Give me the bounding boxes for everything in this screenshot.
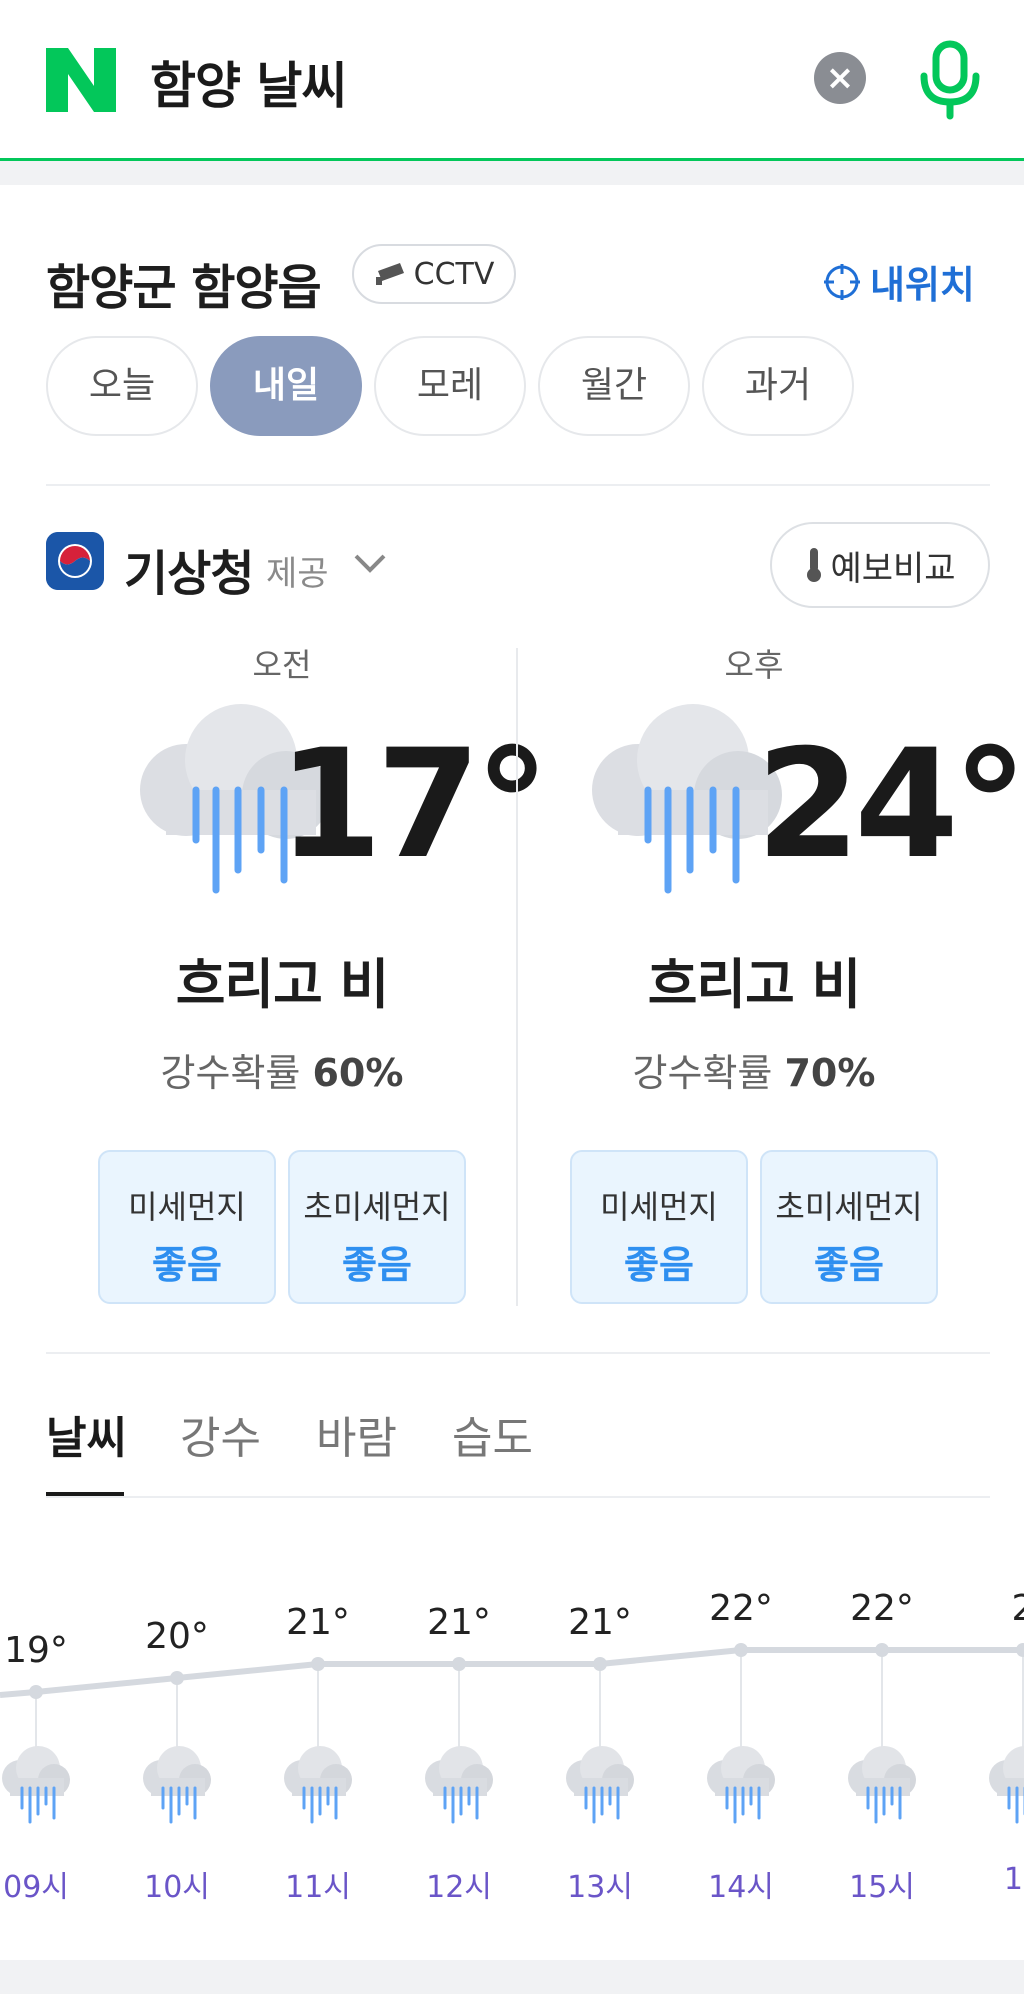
- rain-cloud-icon: [425, 1746, 493, 1824]
- tab-wind[interactable]: 바람: [316, 1402, 397, 1466]
- hour-time-label: 09시: [3, 1870, 69, 1905]
- temperature-point: [170, 1671, 184, 1685]
- divider: [46, 1496, 990, 1498]
- search-header: 함양 날씨 ×: [0, 0, 1024, 161]
- temperature-point: [875, 1643, 889, 1657]
- hour-time-label: 12시: [426, 1870, 492, 1905]
- thermometer-icon: [807, 548, 822, 582]
- dust-label: 미세먼지: [128, 1188, 246, 1226]
- ultrafine-dust-card[interactable]: 초미세먼지 좋음: [288, 1150, 466, 1304]
- camera-icon: [375, 263, 404, 285]
- my-location-button[interactable]: 내위치: [822, 254, 975, 309]
- rain-cloud-icon: [989, 1746, 1024, 1824]
- clear-icon[interactable]: ×: [814, 52, 866, 104]
- hour-time-label: 14시: [708, 1870, 774, 1905]
- divider: [46, 484, 990, 486]
- cctv-button[interactable]: CCTV: [352, 244, 516, 304]
- tab-precipitation[interactable]: 강수: [180, 1402, 261, 1466]
- tab-today[interactable]: 오늘: [46, 336, 198, 436]
- temperature-point: [1016, 1643, 1024, 1657]
- rain-probability: 강수확률 60%: [46, 1042, 518, 1097]
- rain-probability: 강수확률 70%: [518, 1042, 990, 1097]
- temperature-point: [734, 1643, 748, 1657]
- section-gap: [0, 1960, 1024, 1994]
- dust-label: 초미세먼지: [303, 1188, 451, 1226]
- rain-cloud-icon: [848, 1746, 916, 1824]
- hour-temperature-label: 20°: [145, 1616, 209, 1657]
- tab-past[interactable]: 과거: [702, 336, 854, 436]
- hour-time-label: 10시: [144, 1870, 210, 1905]
- temperature-point: [593, 1657, 607, 1671]
- hour-time-label: 16: [1003, 1862, 1024, 1897]
- hour-temperature-label: 21°: [568, 1602, 632, 1643]
- compare-forecast-button[interactable]: 예보비교: [770, 522, 990, 608]
- rain-cloud-icon: [707, 1746, 775, 1824]
- tab-monthly[interactable]: 월간: [538, 336, 690, 436]
- rain-value: 70%: [784, 1051, 876, 1095]
- provider-name: 기상청: [124, 546, 254, 602]
- forecast-pm: 오후 24° 흐리고 비 강수확률 70% 미세먼지 좋음 초미세먼지 좋음: [518, 640, 1024, 1320]
- period-label: 오전: [252, 646, 312, 684]
- cctv-label: CCTV: [413, 256, 495, 292]
- section-gap: [0, 161, 1024, 185]
- forecast-am: 오전 17° 흐리고 비 강수확률 60% 미세먼지 좋음 초미세먼지 좋음: [46, 640, 550, 1320]
- hour-temperature-label: 21°: [427, 1602, 491, 1643]
- rain-label: 강수확률: [160, 1051, 301, 1095]
- tab-weather[interactable]: 날씨: [46, 1402, 127, 1466]
- temperature: 17°: [278, 718, 550, 892]
- rain-cloud-icon: [143, 1746, 211, 1824]
- hour-time-label: 13시: [567, 1870, 633, 1905]
- crosshair-icon: [824, 263, 860, 300]
- compare-label: 예보비교: [830, 548, 956, 589]
- hour-temperature-label: 22°: [709, 1588, 773, 1629]
- rain-value: 60%: [312, 1051, 404, 1095]
- temperature-point: [452, 1657, 466, 1671]
- provider-suffix: 제공: [266, 554, 329, 594]
- temperature: 24°: [756, 718, 1024, 892]
- dust-value: 좋음: [152, 1243, 222, 1287]
- fine-dust-card[interactable]: 미세먼지 좋음: [98, 1150, 276, 1304]
- divider: [46, 1352, 990, 1354]
- dust-value: 좋음: [342, 1243, 412, 1287]
- location-title: 함양군 함양읍: [46, 260, 322, 316]
- dust-label: 미세먼지: [600, 1188, 718, 1226]
- ultrafine-dust-card[interactable]: 초미세먼지 좋음: [760, 1150, 938, 1304]
- tab-day-after[interactable]: 모레: [374, 336, 526, 436]
- my-location-label: 내위치: [870, 263, 975, 307]
- rain-cloud-icon: [2, 1746, 70, 1824]
- fine-dust-card[interactable]: 미세먼지 좋음: [570, 1150, 748, 1304]
- temperature-point: [311, 1657, 325, 1671]
- condition: 흐리고 비: [647, 953, 862, 1016]
- hour-temperature-label: 19°: [4, 1630, 68, 1671]
- rain-label: 강수확률: [632, 1051, 773, 1095]
- search-query[interactable]: 함양 날씨: [150, 46, 347, 118]
- chevron-down-icon[interactable]: [352, 548, 388, 578]
- rain-cloud-icon: [566, 1746, 634, 1824]
- tab-tomorrow[interactable]: 내일: [210, 336, 362, 436]
- kma-logo-icon: [46, 532, 104, 590]
- dust-value: 좋음: [814, 1243, 884, 1287]
- period-label: 오후: [724, 646, 784, 684]
- condition: 흐리고 비: [175, 953, 390, 1016]
- temperature-point: [29, 1685, 43, 1699]
- tab-humidity[interactable]: 습도: [452, 1402, 533, 1466]
- hour-temperature-label: 22°: [850, 1588, 914, 1629]
- naver-logo-icon[interactable]: [46, 48, 116, 112]
- dust-label: 초미세먼지: [775, 1188, 923, 1226]
- mic-icon[interactable]: [918, 40, 982, 120]
- hour-temperature-label: 21°: [286, 1602, 350, 1643]
- dust-value: 좋음: [624, 1243, 694, 1287]
- hour-time-label: 11시: [285, 1870, 351, 1905]
- hour-time-label: 15시: [849, 1870, 915, 1905]
- rain-cloud-icon: [284, 1746, 352, 1824]
- hour-temperature-label: 2: [1011, 1588, 1024, 1629]
